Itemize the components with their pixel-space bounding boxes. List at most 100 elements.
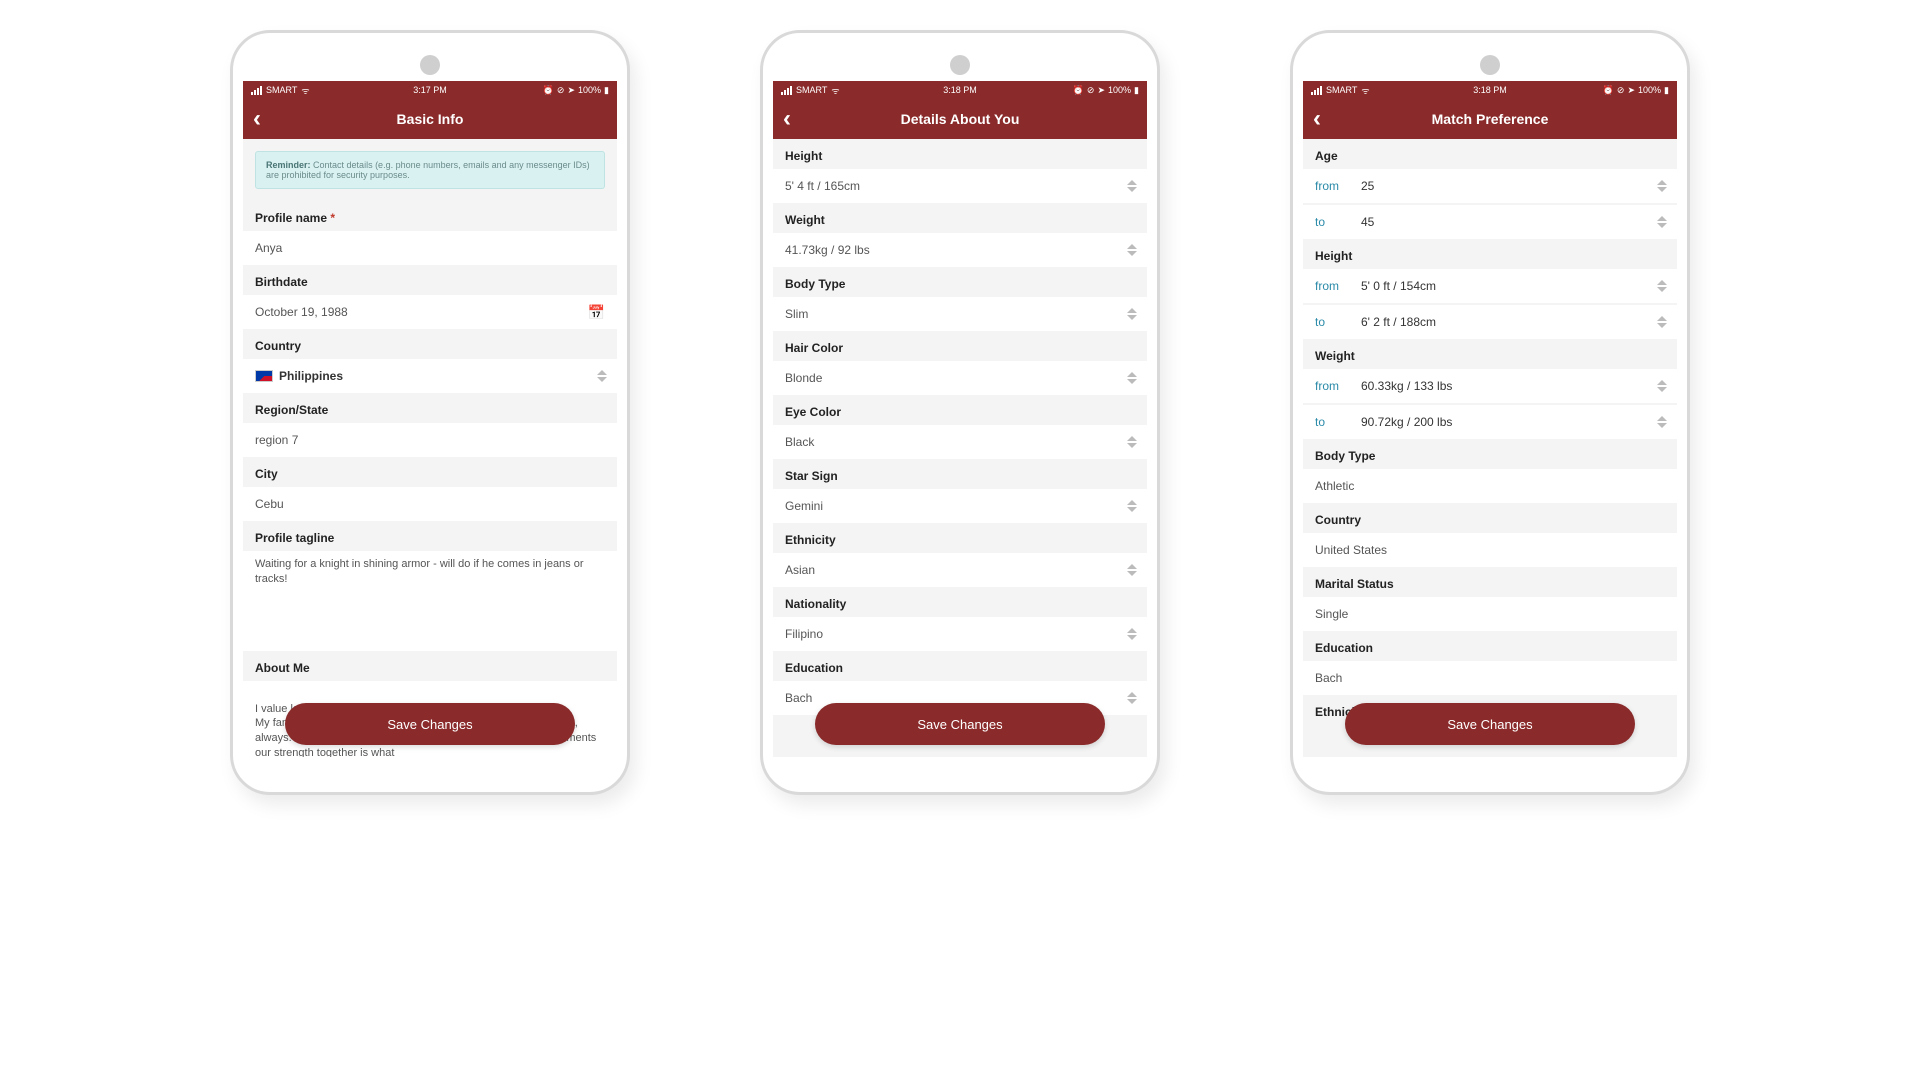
battery-percent: 100%	[1108, 85, 1131, 95]
save-button[interactable]: Save Changes	[285, 703, 575, 745]
height-from-select[interactable]: from 5' 0 ft / 154cm	[1303, 269, 1677, 303]
reminder-banner: Reminder: Contact details (e.g. phone nu…	[255, 151, 605, 189]
status-time: 3:18 PM	[943, 85, 977, 95]
stepper-icon[interactable]	[1657, 316, 1667, 328]
stepper-icon[interactable]	[1657, 416, 1667, 428]
birthdate-input[interactable]: October 19, 1988 📅	[243, 295, 617, 329]
age-from-value: 25	[1361, 179, 1374, 193]
status-bar: SMART ᯤ 3:17 PM ⏰ ⊘ ➤ 100% ▮	[243, 81, 617, 99]
device-basic-info: SMART ᯤ 3:17 PM ⏰ ⊘ ➤ 100% ▮ ‹ Basic Inf…	[230, 30, 630, 795]
marital-label: Marital Status	[1303, 567, 1677, 597]
field-value: Bach	[785, 691, 812, 705]
field-label: Education	[773, 651, 1147, 681]
content-scroll[interactable]: Height 5' 4 ft / 165cm Weight 41.73kg / 92 …	[773, 139, 1147, 757]
status-bar: SMART ᯤ 3:18 PM ⏰ ⊘ ➤ 100% ▮	[1303, 81, 1677, 99]
field-select[interactable]: Slim	[773, 297, 1147, 331]
country-select[interactable]: Philippines	[243, 359, 617, 393]
page-title: Details About You	[901, 111, 1020, 127]
age-label: Age	[1303, 139, 1677, 169]
content-scroll[interactable]: Age from 25 to 45 Height from	[1303, 139, 1677, 757]
calendar-icon[interactable]: 📅	[588, 304, 605, 321]
back-button[interactable]: ‹	[783, 107, 791, 131]
region-input[interactable]: region 7	[243, 423, 617, 457]
country-label: Country	[1303, 503, 1677, 533]
age-to-value: 45	[1361, 215, 1374, 229]
field-label: Weight	[773, 203, 1147, 233]
save-button[interactable]: Save Changes	[1345, 703, 1635, 745]
field-value: Gemini	[785, 499, 823, 513]
stepper-icon[interactable]	[1127, 244, 1137, 256]
app-bar: ‹ Details About You	[773, 99, 1147, 139]
save-button[interactable]: Save Changes	[815, 703, 1105, 745]
stepper-icon[interactable]	[1127, 628, 1137, 640]
alarm-icon: ⏰	[1073, 85, 1084, 96]
from-label: from	[1315, 179, 1361, 193]
wifi-icon: ᯤ	[1361, 84, 1369, 97]
field-select[interactable]: Filipino	[773, 617, 1147, 651]
marital-select[interactable]: Single	[1303, 597, 1677, 631]
weight-to-select[interactable]: to 90.72kg / 200 lbs	[1303, 405, 1677, 439]
profile-name-input[interactable]: Anya	[243, 231, 617, 265]
country-value: United States	[1315, 543, 1387, 557]
page-title: Basic Info	[397, 111, 464, 127]
carrier-label: SMART	[266, 85, 297, 95]
stepper-icon[interactable]	[1127, 436, 1137, 448]
body-type-select[interactable]: Athletic	[1303, 469, 1677, 503]
stepper-icon[interactable]	[1657, 180, 1667, 192]
education-select[interactable]: Bach	[1303, 661, 1677, 695]
profile-name-label: Profile name *	[243, 201, 617, 231]
stepper-icon[interactable]	[1657, 380, 1667, 392]
app-bar: ‹ Basic Info	[243, 99, 617, 139]
stepper-icon[interactable]	[1127, 500, 1137, 512]
required-asterisk: *	[330, 211, 335, 225]
stepper-icon[interactable]	[597, 370, 607, 382]
field-label: Star Sign	[773, 459, 1147, 489]
weight-from-select[interactable]: from 60.33kg / 133 lbs	[1303, 369, 1677, 403]
field-select[interactable]: Gemini	[773, 489, 1147, 523]
location-icon: ➤	[1097, 85, 1105, 96]
to-label: to	[1315, 415, 1361, 429]
back-button[interactable]: ‹	[1313, 107, 1321, 131]
tagline-textarea[interactable]: Waiting for a knight in shining armor - …	[243, 551, 617, 597]
field-select[interactable]: 41.73kg / 92 lbs	[773, 233, 1147, 267]
field-label: Nationality	[773, 587, 1147, 617]
alarm-icon: ⏰	[543, 85, 554, 96]
location-icon: ➤	[567, 85, 575, 96]
city-input[interactable]: Cebu	[243, 487, 617, 521]
stepper-icon[interactable]	[1127, 692, 1137, 704]
back-button[interactable]: ‹	[253, 107, 261, 131]
carrier-label: SMART	[1326, 85, 1357, 95]
content-scroll[interactable]: Reminder: Contact details (e.g. phone nu…	[243, 139, 617, 757]
weight-from-value: 60.33kg / 133 lbs	[1361, 379, 1452, 393]
weight-to-value: 90.72kg / 200 lbs	[1361, 415, 1452, 429]
battery-icon: ▮	[604, 85, 609, 96]
battery-icon: ▮	[1134, 85, 1139, 96]
about-label: About Me	[243, 651, 617, 681]
field-value: 5' 4 ft / 165cm	[785, 179, 860, 193]
stepper-icon[interactable]	[1127, 308, 1137, 320]
stepper-icon[interactable]	[1127, 372, 1137, 384]
country-label: Country	[243, 329, 617, 359]
height-to-select[interactable]: to 6' 2 ft / 188cm	[1303, 305, 1677, 339]
flag-icon	[255, 370, 273, 382]
lock-icon: ⊘	[1617, 85, 1625, 96]
birthdate-label: Birthdate	[243, 265, 617, 295]
stepper-icon[interactable]	[1127, 180, 1137, 192]
age-to-select[interactable]: to 45	[1303, 205, 1677, 239]
device-details: SMART ᯤ 3:18 PM ⏰ ⊘ ➤ 100% ▮ ‹ Details A…	[760, 30, 1160, 795]
field-select[interactable]: Asian	[773, 553, 1147, 587]
lock-icon: ⊘	[1087, 85, 1095, 96]
region-label: Region/State	[243, 393, 617, 423]
field-value: 41.73kg / 92 lbs	[785, 243, 870, 257]
signal-icon	[1311, 86, 1322, 95]
stepper-icon[interactable]	[1657, 280, 1667, 292]
stepper-icon[interactable]	[1127, 564, 1137, 576]
age-from-select[interactable]: from 25	[1303, 169, 1677, 203]
marital-value: Single	[1315, 607, 1348, 621]
country-select[interactable]: United States	[1303, 533, 1677, 567]
field-label: Height	[773, 139, 1147, 169]
field-select[interactable]: 5' 4 ft / 165cm	[773, 169, 1147, 203]
stepper-icon[interactable]	[1657, 216, 1667, 228]
field-select[interactable]: Blonde	[773, 361, 1147, 395]
field-select[interactable]: Black	[773, 425, 1147, 459]
